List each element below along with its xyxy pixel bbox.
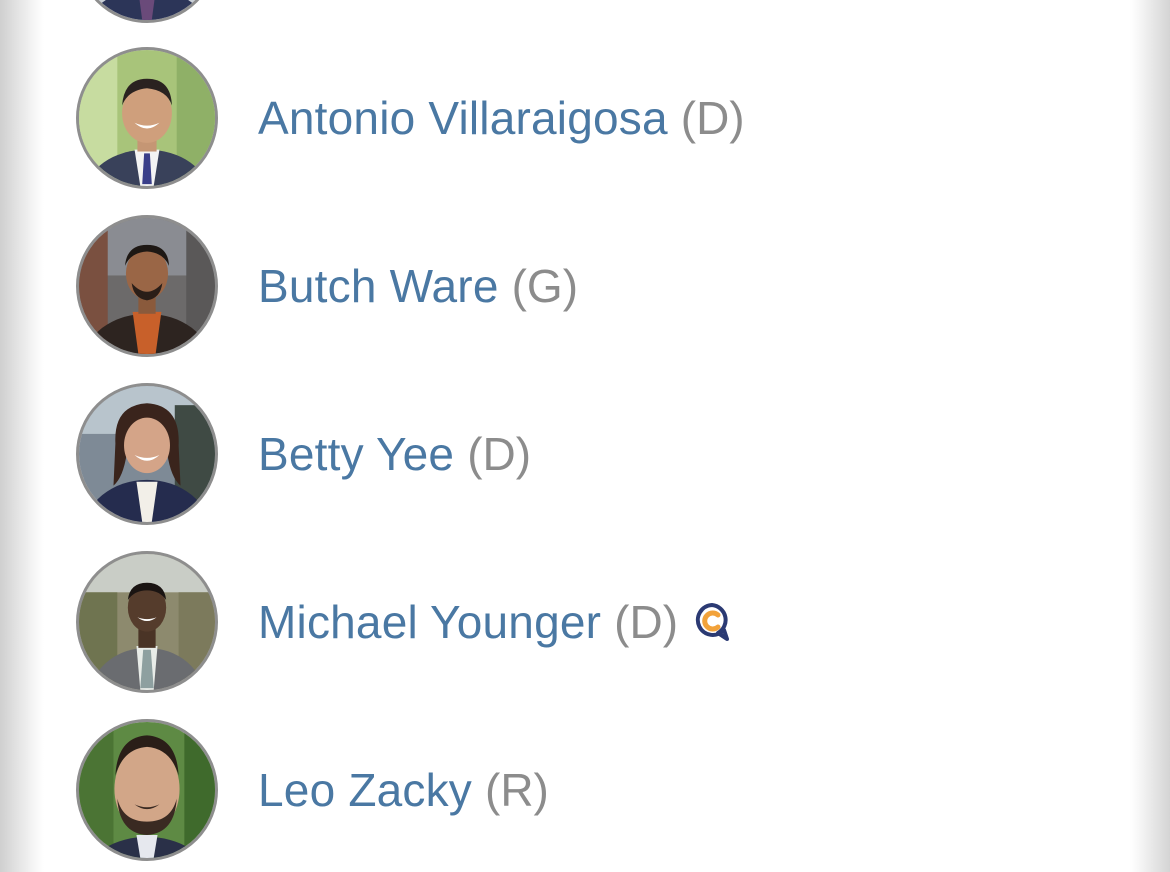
candidate-photo: [79, 218, 215, 354]
candidate-name-line: Antonio Villaraigosa (D): [258, 91, 745, 145]
candidate-party: (D): [467, 428, 532, 480]
avatar: [76, 719, 218, 861]
candidate-name[interactable]: Michael Younger: [258, 595, 601, 649]
candidate-name[interactable]: Butch Ware: [258, 259, 499, 313]
candidate-party: (G): [511, 260, 579, 312]
candidate-name-line: Betty Yee (D): [258, 427, 531, 481]
candidate-list: Antonio Villaraigosa (D) Butch Ware (G) …: [0, 0, 1170, 872]
candidate-row[interactable]: Leo Zacky (R): [76, 716, 1076, 864]
candidate-name-line: Leo Zacky (R): [258, 763, 549, 817]
candidate-party: (D): [680, 92, 745, 144]
candidate-photo: [79, 722, 215, 858]
candidate-photo: [79, 386, 215, 522]
candidate-party: (D): [614, 596, 679, 648]
avatar: [76, 47, 218, 189]
candidate-row[interactable]: Butch Ware (G): [76, 212, 1076, 360]
candidate-name[interactable]: Betty Yee: [258, 427, 454, 481]
avatar: [76, 215, 218, 357]
candidate-name[interactable]: Leo Zacky: [258, 763, 472, 817]
candidate-photo: [79, 50, 215, 186]
candidate-row-partial[interactable]: [76, 0, 1076, 26]
candidate-name-line: Michael Younger (D): [258, 595, 730, 649]
speech-bubble-c-icon[interactable]: [694, 602, 730, 642]
candidate-party: (R): [485, 764, 549, 816]
candidate-row[interactable]: Antonio Villaraigosa (D): [76, 44, 1076, 192]
candidate-photo: [79, 0, 215, 20]
avatar: [76, 0, 218, 23]
candidate-row[interactable]: Michael Younger (D): [76, 548, 1076, 696]
avatar: [76, 383, 218, 525]
avatar: [76, 551, 218, 693]
candidate-photo: [79, 554, 215, 690]
candidate-list-page: Antonio Villaraigosa (D) Butch Ware (G) …: [0, 0, 1170, 872]
candidate-row[interactable]: Betty Yee (D): [76, 380, 1076, 528]
candidate-name[interactable]: Antonio Villaraigosa: [258, 91, 668, 145]
candidate-name-line: Butch Ware (G): [258, 259, 578, 313]
